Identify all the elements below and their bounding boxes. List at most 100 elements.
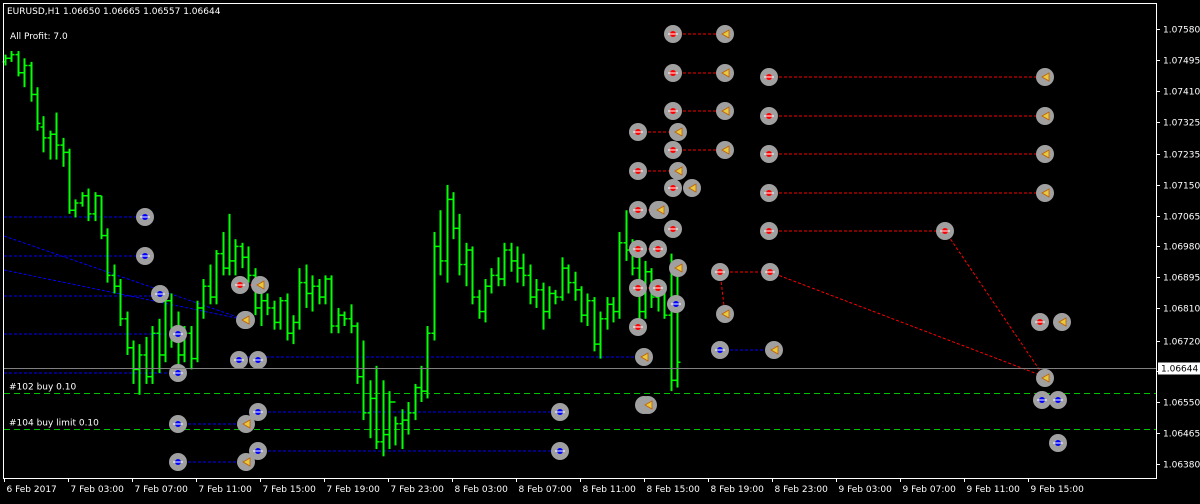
close-marker[interactable] — [237, 453, 255, 471]
close-marker[interactable] — [669, 123, 687, 141]
candle[interactable] — [431, 231, 438, 341]
buy-marker[interactable] — [169, 453, 187, 471]
buy-marker[interactable] — [136, 208, 154, 226]
candle[interactable] — [136, 344, 143, 395]
close-marker[interactable] — [1036, 184, 1054, 202]
close-marker[interactable] — [1036, 68, 1054, 86]
buy-marker[interactable] — [230, 351, 248, 369]
candle[interactable] — [591, 297, 598, 352]
candle[interactable] — [424, 326, 431, 399]
sell-marker[interactable] — [664, 25, 682, 43]
candle[interactable] — [450, 192, 457, 240]
sell-marker[interactable] — [629, 123, 647, 141]
sell-marker[interactable] — [760, 68, 778, 86]
close-marker[interactable] — [251, 276, 269, 294]
close-marker[interactable] — [716, 64, 734, 82]
candle[interactable] — [380, 380, 387, 457]
close-marker[interactable] — [669, 259, 687, 277]
candle[interactable] — [418, 365, 425, 403]
candle[interactable] — [66, 148, 73, 214]
candle[interactable] — [316, 278, 323, 305]
candle[interactable] — [284, 293, 291, 341]
sell-marker[interactable] — [664, 102, 682, 120]
candle[interactable] — [79, 192, 86, 207]
candle[interactable] — [348, 304, 355, 334]
candle[interactable] — [508, 242, 515, 272]
buy-marker[interactable] — [1049, 391, 1067, 409]
candle[interactable] — [552, 289, 559, 305]
sell-marker[interactable] — [760, 107, 778, 125]
candle[interactable] — [290, 315, 297, 345]
sell-marker[interactable] — [760, 184, 778, 202]
candle[interactable] — [354, 322, 361, 384]
candle[interactable] — [437, 210, 444, 276]
candle[interactable] — [482, 278, 489, 323]
candle[interactable] — [456, 213, 463, 276]
buy-marker[interactable] — [169, 364, 187, 382]
candle[interactable] — [207, 264, 214, 305]
sell-marker[interactable] — [629, 279, 647, 297]
candle[interactable] — [610, 297, 617, 323]
candle[interactable] — [322, 275, 329, 305]
candle[interactable] — [341, 311, 348, 327]
candle[interactable] — [674, 264, 681, 388]
sell-marker[interactable] — [760, 145, 778, 163]
sell-marker[interactable] — [664, 179, 682, 197]
sell-marker[interactable] — [629, 162, 647, 180]
candle[interactable] — [303, 264, 310, 308]
sell-marker[interactable] — [1031, 313, 1049, 331]
candles[interactable] — [2, 51, 681, 457]
close-marker[interactable] — [716, 141, 734, 159]
candle[interactable] — [501, 242, 508, 287]
candle[interactable] — [53, 112, 60, 160]
candle[interactable] — [220, 231, 227, 276]
candle[interactable] — [40, 116, 47, 153]
candle[interactable] — [117, 278, 124, 327]
sell-marker[interactable] — [629, 201, 647, 219]
sell-marker[interactable] — [936, 222, 954, 240]
candle[interactable] — [444, 184, 451, 283]
close-marker[interactable] — [1036, 107, 1054, 125]
sell-marker[interactable] — [761, 263, 779, 281]
candle[interactable] — [277, 297, 284, 330]
buy-marker[interactable] — [1033, 391, 1051, 409]
candle[interactable] — [15, 51, 22, 77]
candle[interactable] — [373, 365, 380, 450]
buy-marker[interactable] — [667, 295, 685, 313]
candle[interactable] — [527, 264, 534, 305]
candle[interactable] — [47, 130, 54, 160]
candle[interactable] — [200, 278, 207, 319]
candle[interactable] — [559, 257, 566, 301]
candle[interactable] — [245, 246, 252, 283]
candle[interactable] — [469, 246, 476, 305]
candle[interactable] — [188, 326, 195, 370]
close-marker[interactable] — [716, 25, 734, 43]
trade-markers[interactable] — [136, 25, 1071, 471]
sell-marker[interactable] — [711, 263, 729, 281]
candle[interactable] — [520, 253, 527, 287]
candle[interactable] — [239, 242, 246, 269]
candle[interactable] — [124, 311, 131, 355]
candle[interactable] — [546, 286, 553, 319]
candle[interactable] — [578, 286, 585, 323]
candle[interactable] — [130, 340, 137, 384]
buy-marker[interactable] — [169, 325, 187, 343]
candle[interactable] — [8, 51, 15, 62]
buy-marker[interactable] — [249, 351, 267, 369]
candle[interactable] — [264, 293, 271, 316]
candle[interactable] — [149, 326, 156, 384]
candle[interactable] — [309, 275, 316, 312]
close-marker[interactable] — [635, 348, 653, 366]
candle[interactable] — [540, 282, 547, 330]
candle[interactable] — [296, 268, 303, 330]
candle[interactable] — [28, 61, 35, 102]
close-marker[interactable] — [765, 341, 783, 359]
buy-marker[interactable] — [551, 403, 569, 421]
sell-marker[interactable] — [664, 220, 682, 238]
candle[interactable] — [232, 239, 239, 276]
sell-marker[interactable] — [664, 64, 682, 82]
buy-marker[interactable] — [1049, 434, 1067, 452]
close-marker[interactable] — [669, 162, 687, 180]
candle[interactable] — [623, 210, 630, 261]
candle[interactable] — [213, 250, 220, 305]
